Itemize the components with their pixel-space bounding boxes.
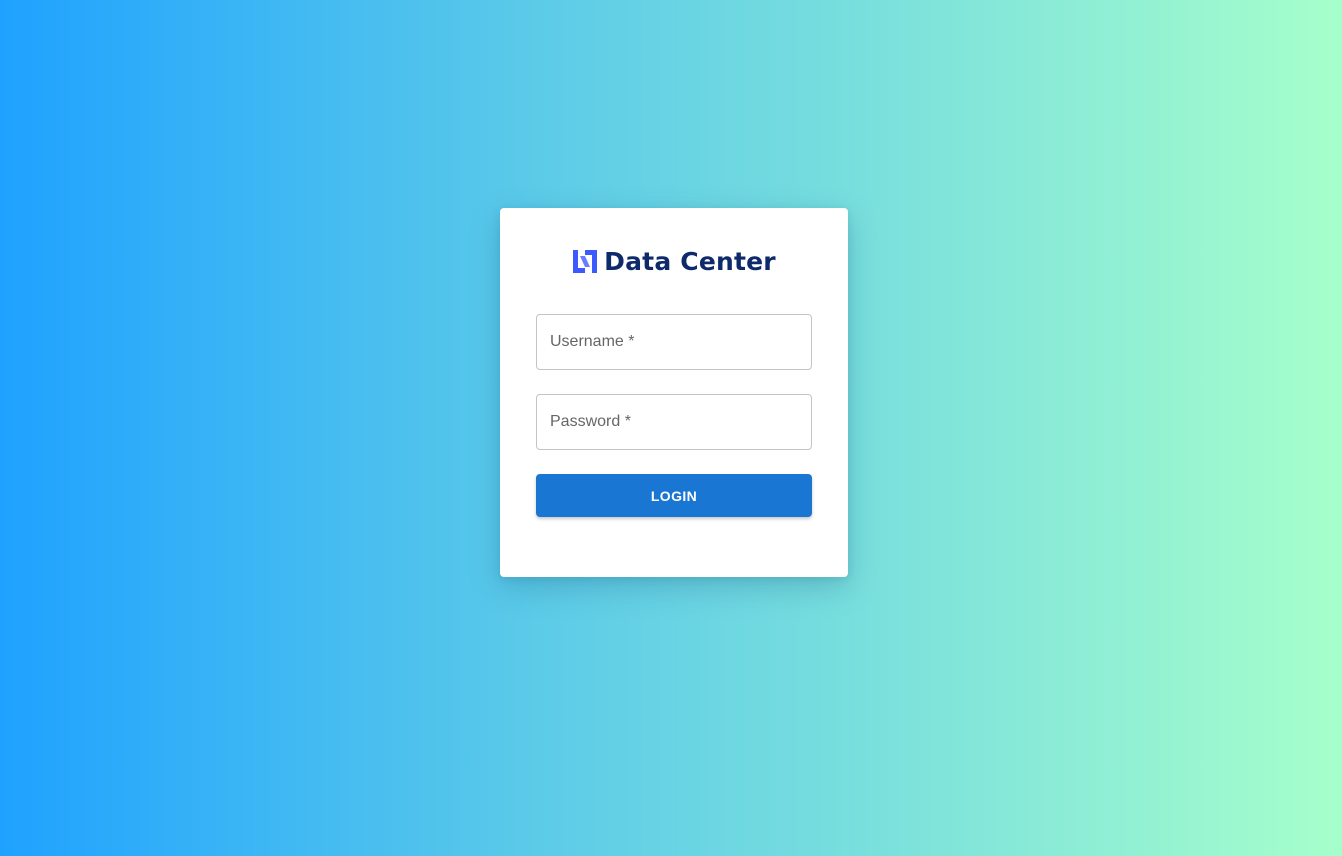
login-button[interactable]: LOGIN xyxy=(536,474,812,517)
dc-logo-icon xyxy=(572,248,598,274)
password-field[interactable]: Password * xyxy=(536,394,812,450)
username-input[interactable] xyxy=(537,315,811,369)
brand-header: Data Center xyxy=(500,246,848,276)
password-input[interactable] xyxy=(537,395,811,449)
login-card: Data Center Username * Password * LOGIN xyxy=(500,208,848,577)
username-field[interactable]: Username * xyxy=(536,314,812,370)
brand-title: Data Center xyxy=(604,246,776,276)
